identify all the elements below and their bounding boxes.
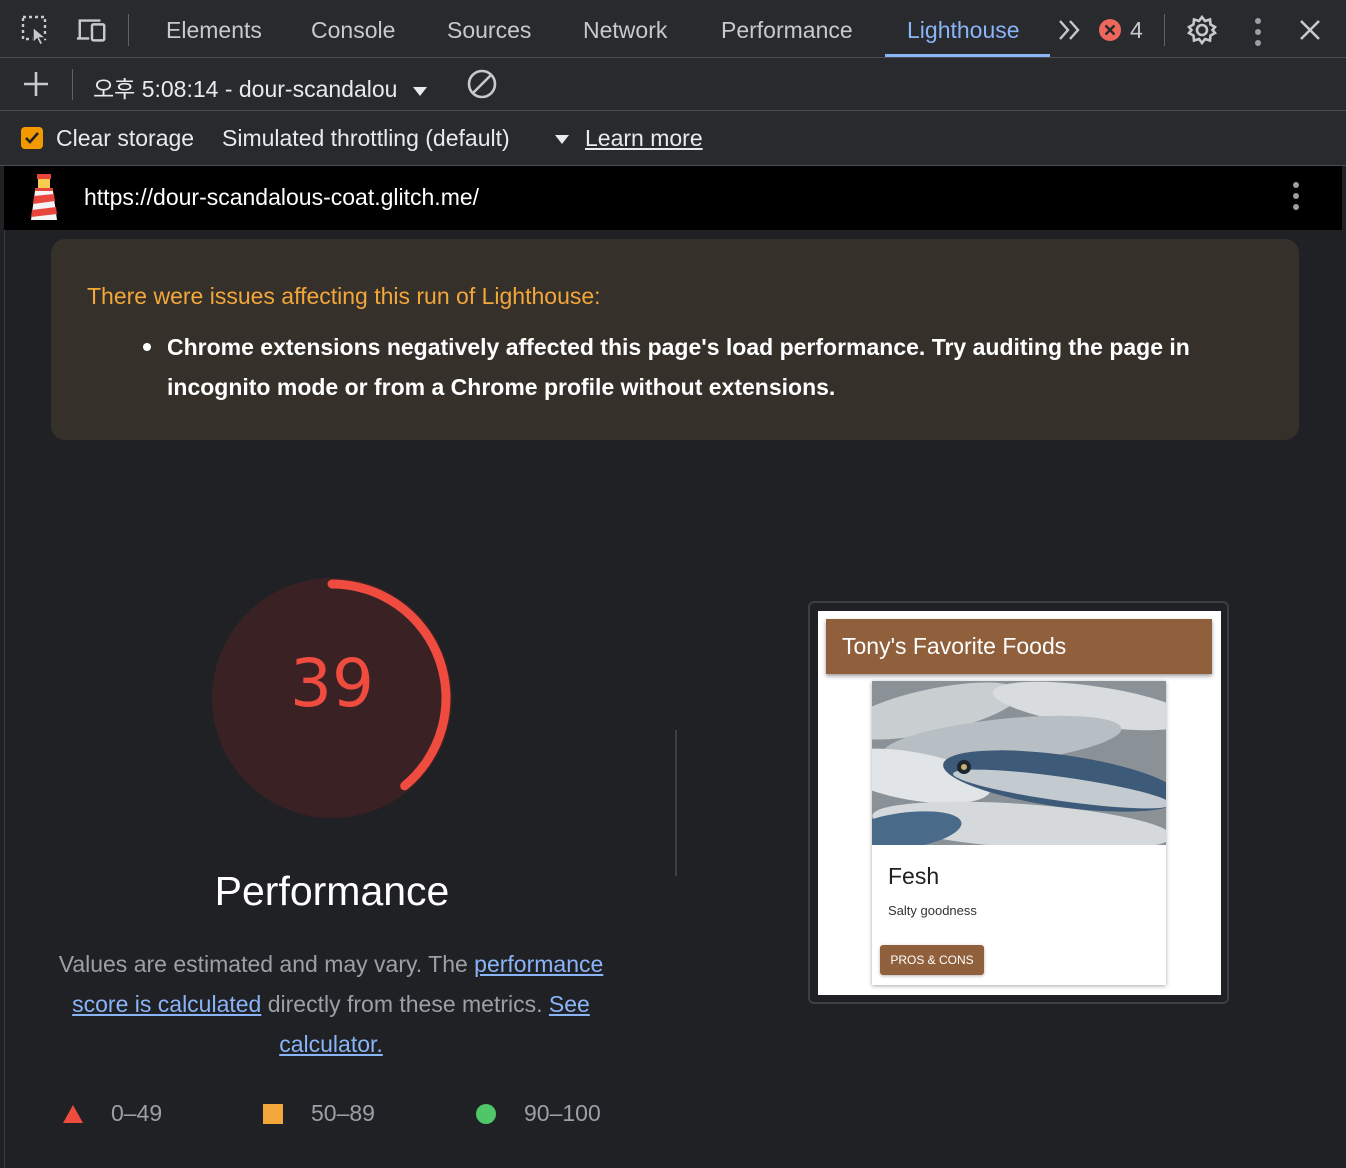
legend-range-label: 50–89 — [311, 1100, 375, 1126]
lighthouse-run-toolbar: 오후 5:08:14 - dour-scandalou — [0, 58, 1346, 111]
average-square-icon — [263, 1103, 283, 1124]
throttling-label: Simulated throttling (default) — [222, 125, 510, 151]
tab-lighthouse[interactable]: Lighthouse — [907, 0, 1020, 58]
throttling-dropdown-arrow-icon[interactable] — [546, 123, 578, 155]
report-menu-icon[interactable] — [1291, 182, 1301, 210]
run-warnings-box: There were issues affecting this run of … — [51, 239, 1299, 440]
food-card: Fesh Salty goodness PROS & CONS — [872, 681, 1166, 985]
description-text: directly from these metrics. — [261, 991, 549, 1017]
section-divider — [675, 730, 677, 876]
legend-pass: 90–100 — [476, 1100, 601, 1127]
final-screenshot: Tony's Favorite Foods Fesh Salty goodnes… — [818, 611, 1221, 995]
legend-fail: 0–49 — [63, 1100, 162, 1127]
active-tab-indicator — [885, 54, 1050, 57]
checkmark-icon — [25, 132, 39, 144]
report-url: https://dour-scandalous-coat.glitch.me/ — [84, 184, 480, 210]
fish-image — [872, 681, 1166, 845]
report-select-label: 오후 5:08:14 - dour-scandalou — [93, 76, 398, 102]
legend-range-label: 90–100 — [524, 1100, 601, 1126]
error-icon[interactable] — [1094, 14, 1126, 46]
card-title: Fesh — [888, 863, 940, 889]
score-description: Values are estimated and may vary. The p… — [36, 944, 626, 1064]
legend-range-label: 0–49 — [111, 1100, 163, 1126]
settings-gear-icon[interactable] — [1186, 14, 1218, 46]
inspect-element-icon[interactable] — [20, 14, 52, 46]
warning-bullet — [143, 343, 151, 351]
more-tabs-chevron-icon[interactable] — [1054, 14, 1086, 46]
performance-score-value: 39 — [290, 645, 374, 722]
learn-more-link[interactable]: Learn more — [585, 125, 703, 152]
clear-storage-checkbox[interactable] — [21, 127, 43, 149]
site-header: Tony's Favorite Foods — [826, 619, 1212, 674]
error-count[interactable]: 4 — [1130, 17, 1143, 44]
new-report-plus-icon[interactable] — [20, 68, 52, 100]
tab-network[interactable]: Network — [583, 0, 667, 58]
close-devtools-icon[interactable] — [1294, 14, 1326, 46]
lighthouse-settings-toolbar: Clear storage Simulated throttling (defa… — [0, 111, 1346, 166]
devtools-tab-bar: Elements Console Sources Network Perform… — [0, 0, 1346, 58]
warnings-title: There were issues affecting this run of … — [87, 283, 601, 309]
tab-console[interactable]: Console — [311, 0, 395, 58]
report-select-dropdown[interactable]: 오후 5:08:14 - dour-scandalou — [93, 70, 428, 104]
card-subtitle: Salty goodness — [888, 903, 977, 918]
tab-elements[interactable]: Elements — [166, 0, 262, 58]
clear-all-icon[interactable] — [466, 68, 498, 100]
category-title: Performance — [214, 868, 450, 914]
toolbar-divider — [128, 14, 129, 46]
legend-average: 50–89 — [263, 1100, 375, 1127]
lighthouse-logo-icon — [26, 174, 62, 227]
description-text: Values are estimated and may vary. The — [58, 951, 475, 977]
pass-circle-icon — [476, 1103, 496, 1124]
clear-storage-label[interactable]: Clear storage — [56, 125, 194, 152]
tab-performance[interactable]: Performance — [721, 0, 853, 58]
toolbar-divider — [1164, 14, 1165, 46]
warning-item: Chrome extensions negatively affected th… — [167, 334, 1190, 400]
site-title: Tony's Favorite Foods — [842, 633, 1067, 659]
pros-cons-button: PROS & CONS — [880, 945, 984, 975]
dropdown-arrow-icon — [412, 86, 427, 96]
tab-sources[interactable]: Sources — [447, 0, 531, 58]
customize-menu-icon[interactable] — [1253, 18, 1263, 46]
fail-triangle-icon — [63, 1104, 83, 1123]
toolbar-divider — [72, 69, 73, 100]
device-toolbar-icon[interactable] — [76, 14, 108, 46]
report-url-bar: https://dour-scandalous-coat.glitch.me/ — [4, 166, 1342, 230]
